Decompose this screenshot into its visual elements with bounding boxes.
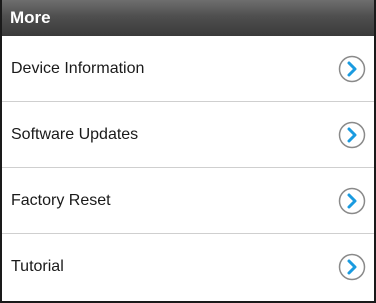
menu-item-device-information[interactable]: Device Information <box>2 36 374 102</box>
chevron-right-circle-icon[interactable] <box>338 55 366 83</box>
chevron-right-circle-icon[interactable] <box>338 187 366 215</box>
chevron-right-circle-icon[interactable] <box>338 121 366 149</box>
menu-list: Device Information Software Updates Fact… <box>2 36 374 300</box>
page-title: More <box>2 0 374 36</box>
menu-item-label: Software Updates <box>11 125 139 143</box>
menu-item-label: Device Information <box>11 59 145 77</box>
menu-item-factory-reset[interactable]: Factory Reset <box>2 168 374 234</box>
menu-item-label: Factory Reset <box>11 191 111 209</box>
more-screen: More Device Information Software Updates… <box>0 0 376 303</box>
chevron-right-circle-icon[interactable] <box>338 253 366 281</box>
menu-item-label: Tutorial <box>11 258 64 275</box>
menu-item-software-updates[interactable]: Software Updates <box>2 102 374 168</box>
menu-item-tutorial[interactable]: Tutorial <box>2 234 374 300</box>
